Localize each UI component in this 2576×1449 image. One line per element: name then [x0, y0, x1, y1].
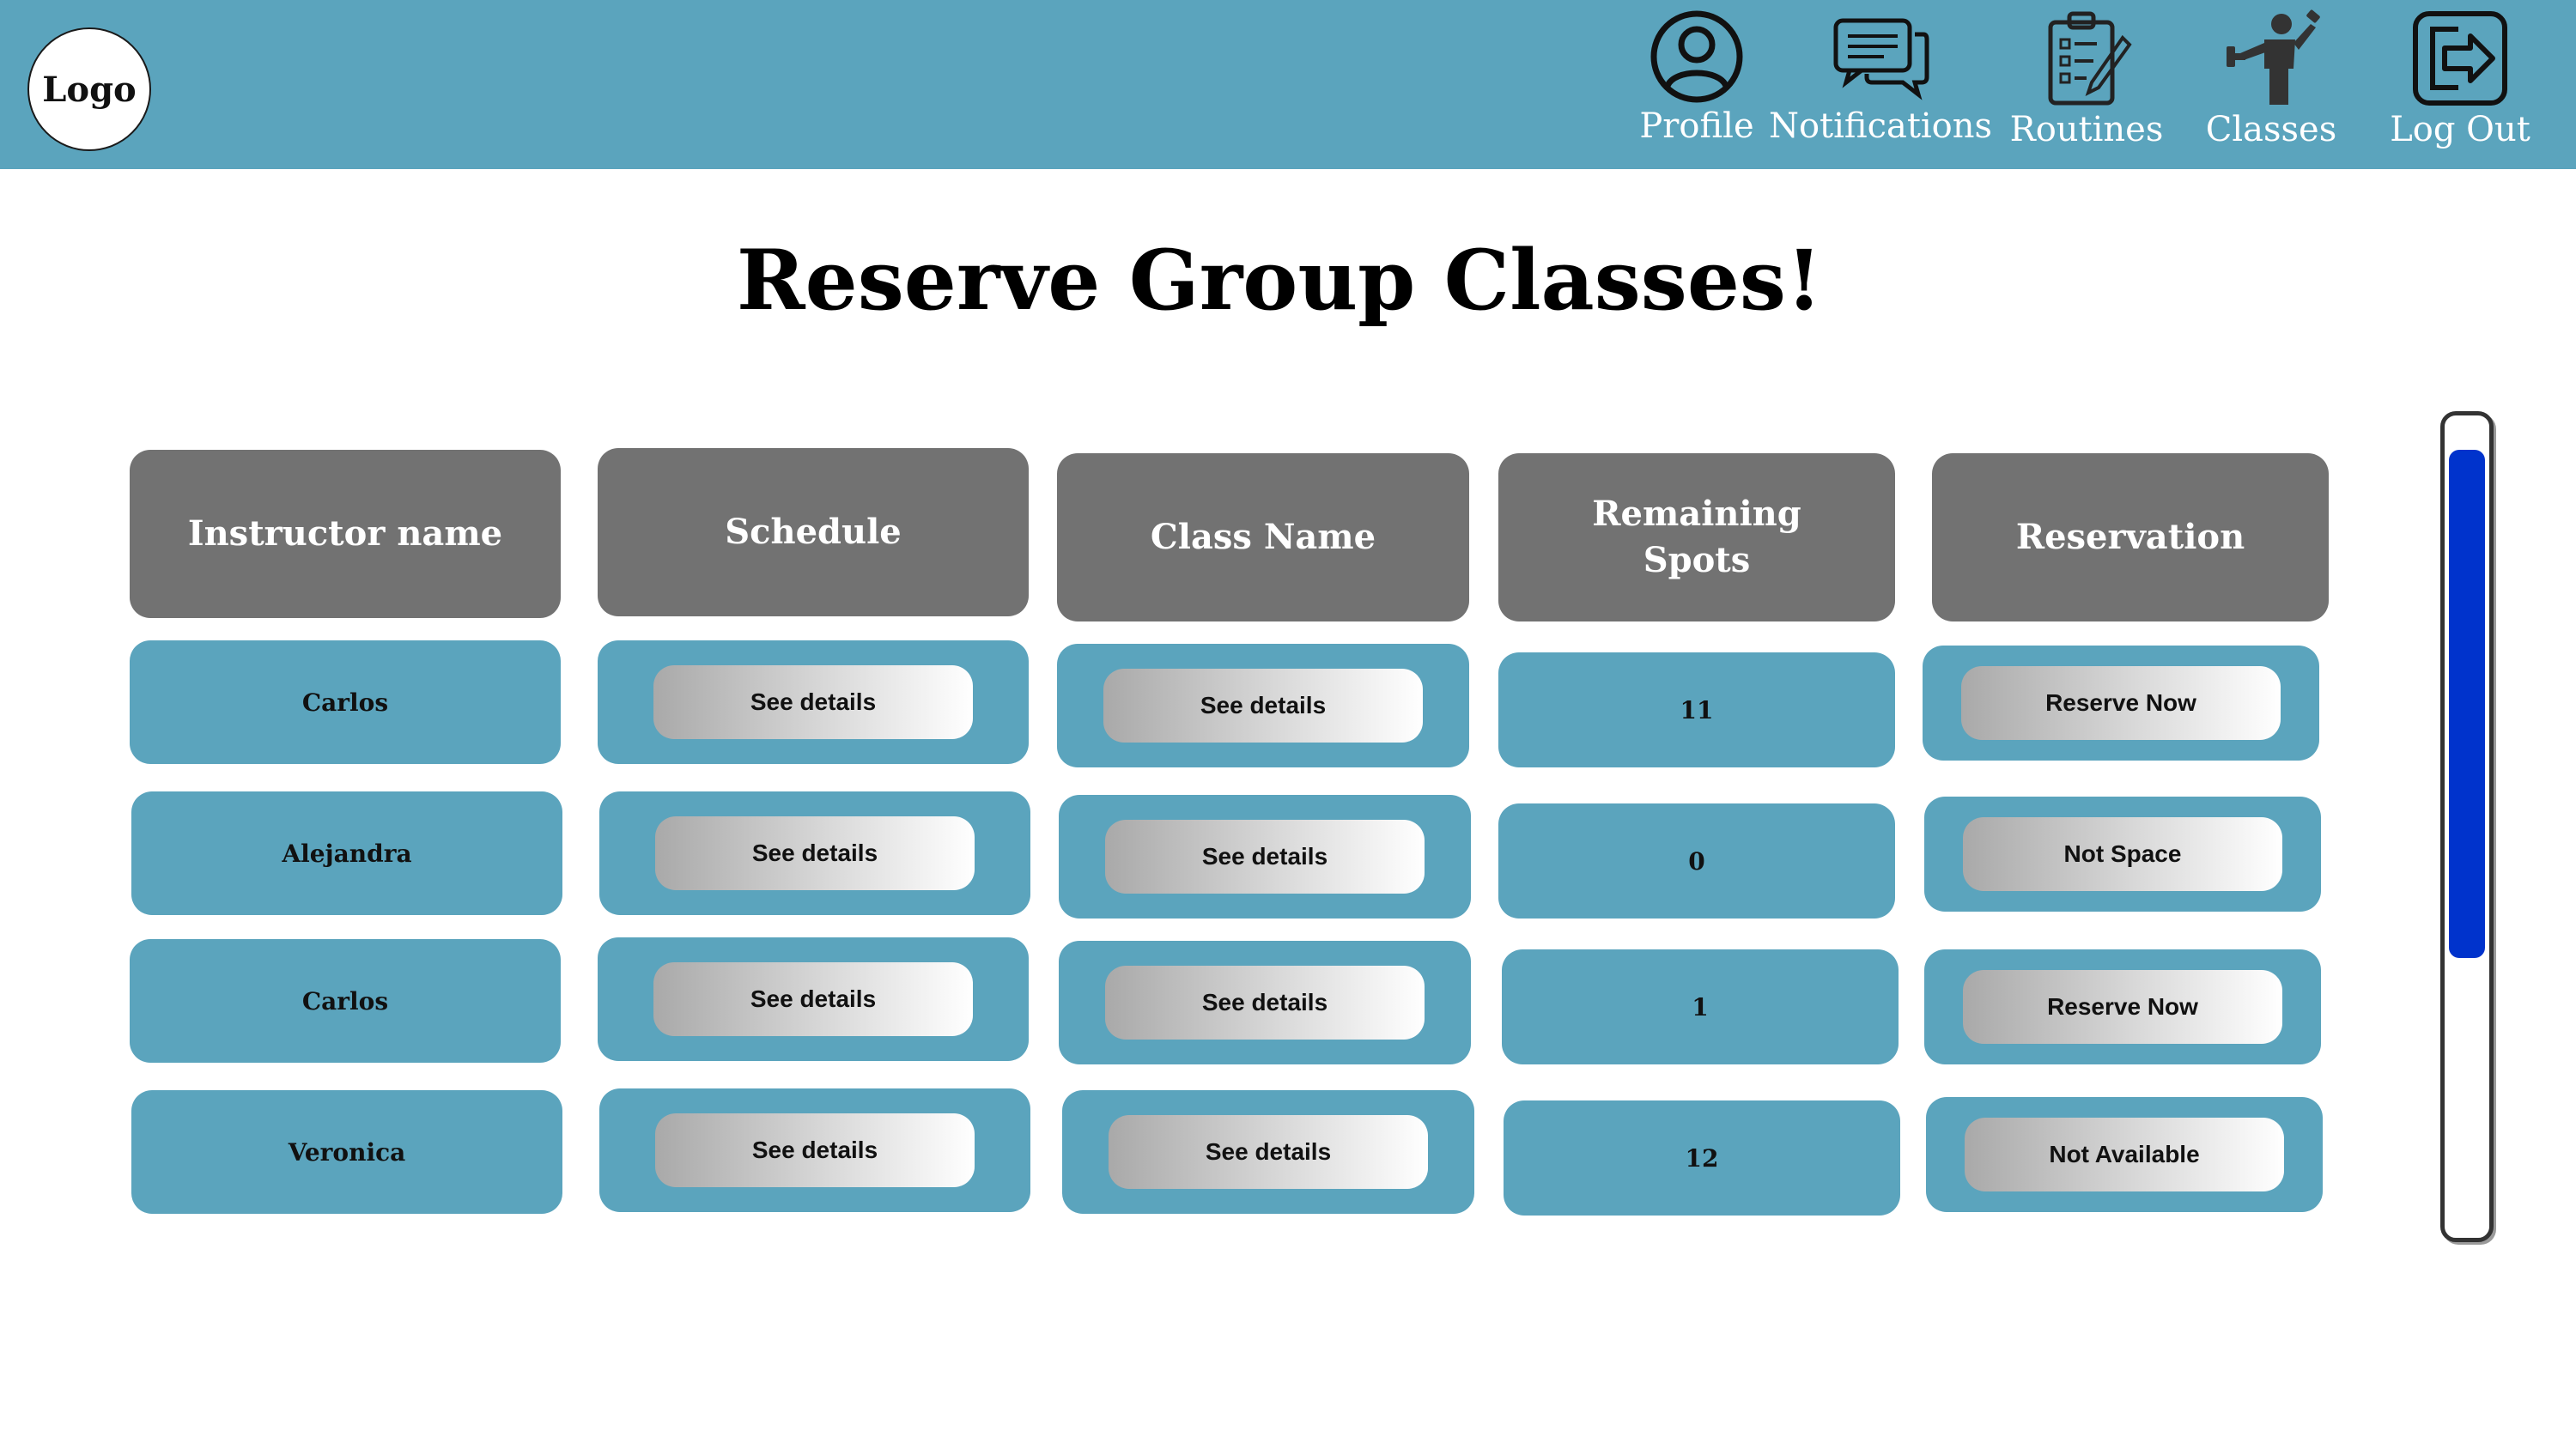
- schedule-see-details-button[interactable]: See details: [655, 1113, 975, 1187]
- header-reservation: Reservation: [1932, 453, 2329, 621]
- header-instructor-name: Instructor name: [130, 450, 561, 618]
- notifications-icon: [1833, 18, 1929, 100]
- table-cell-class-name: See details: [1059, 941, 1471, 1064]
- table-cell-class-name: See details: [1057, 644, 1469, 767]
- nav-logout-label: Log Out: [2390, 110, 2530, 149]
- class-see-details-button[interactable]: See details: [1103, 669, 1423, 743]
- remaining-spots-value: 0: [1688, 846, 1705, 876]
- routines-icon: [2048, 11, 2132, 106]
- instructor-name: Alejandra: [282, 839, 412, 868]
- nav-classes-label: Classes: [2205, 110, 2337, 149]
- remaining-spots-value: 12: [1685, 1143, 1719, 1173]
- table-cell-reservation: Reserve Now: [1923, 646, 2319, 761]
- table-cell-class-name: See details: [1059, 795, 1471, 919]
- class-see-details-button[interactable]: See details: [1105, 966, 1425, 1040]
- table-cell-schedule: See details: [598, 937, 1029, 1061]
- instructor-name: Carlos: [301, 986, 389, 1016]
- remaining-spots-value: 1: [1692, 992, 1709, 1022]
- table-cell-class-name: See details: [1062, 1090, 1474, 1214]
- nav-routines-label: Routines: [2009, 110, 2164, 149]
- table-cell-schedule: See details: [598, 640, 1029, 764]
- table-cell-remaining-spots: 1: [1502, 949, 1899, 1064]
- logout-icon: [2413, 11, 2507, 106]
- reservation-button[interactable]: Reserve Now: [1963, 970, 2282, 1044]
- page-title: Reserve Group Classes!: [736, 232, 1823, 329]
- nav-profile[interactable]: Profile: [1637, 9, 1757, 163]
- table-cell-schedule: See details: [599, 1088, 1030, 1212]
- profile-icon: [1650, 10, 1743, 103]
- class-see-details-button[interactable]: See details: [1109, 1115, 1428, 1189]
- table-cell-instructor: Veronica: [131, 1090, 562, 1214]
- header-schedule: Schedule: [598, 448, 1029, 616]
- classes-icon: [2227, 9, 2320, 105]
- nav-notifications[interactable]: Notifications: [1769, 9, 1992, 163]
- schedule-see-details-button[interactable]: See details: [655, 816, 975, 890]
- instructor-name: Carlos: [301, 688, 389, 717]
- schedule-see-details-button[interactable]: See details: [653, 962, 973, 1036]
- table-cell-remaining-spots: 12: [1504, 1100, 1900, 1216]
- table-cell-reservation: Not Available: [1926, 1097, 2323, 1212]
- table-cell-remaining-spots: 0: [1498, 803, 1895, 919]
- nav-routines[interactable]: Routines: [2001, 9, 2172, 163]
- table-cell-reservation: Reserve Now: [1924, 949, 2321, 1064]
- table-cell-remaining-spots: 11: [1498, 652, 1895, 767]
- scrollbar-thumb[interactable]: [2449, 450, 2485, 958]
- nav-notifications-label: Notifications: [1768, 106, 1993, 146]
- instructor-name: Veronica: [288, 1137, 406, 1167]
- top-bar: Logo Profile Notifications Routines Clas…: [0, 0, 2576, 169]
- nav-classes[interactable]: Classes: [2190, 9, 2353, 163]
- table-cell-instructor: Carlos: [130, 640, 561, 764]
- table-cell-instructor: Carlos: [130, 939, 561, 1063]
- reservation-button[interactable]: Not Available: [1965, 1118, 2284, 1191]
- logo[interactable]: Logo: [27, 27, 151, 151]
- nav-logout[interactable]: Log Out: [2379, 9, 2542, 163]
- scrollbar[interactable]: [2440, 411, 2494, 1242]
- remaining-spots-value: 11: [1680, 695, 1714, 724]
- header-class-name: Class Name: [1057, 453, 1469, 621]
- class-see-details-button[interactable]: See details: [1105, 820, 1425, 894]
- header-remaining-spots: Remaining Spots: [1498, 453, 1895, 621]
- table-cell-schedule: See details: [599, 791, 1030, 915]
- table-cell-instructor: Alejandra: [131, 791, 562, 915]
- logo-text: Logo: [42, 69, 137, 110]
- nav-profile-label: Profile: [1639, 106, 1754, 146]
- reservation-button[interactable]: Not Space: [1963, 817, 2282, 891]
- schedule-see-details-button[interactable]: See details: [653, 665, 973, 739]
- table-cell-reservation: Not Space: [1924, 797, 2321, 912]
- reservation-button[interactable]: Reserve Now: [1961, 666, 2281, 740]
